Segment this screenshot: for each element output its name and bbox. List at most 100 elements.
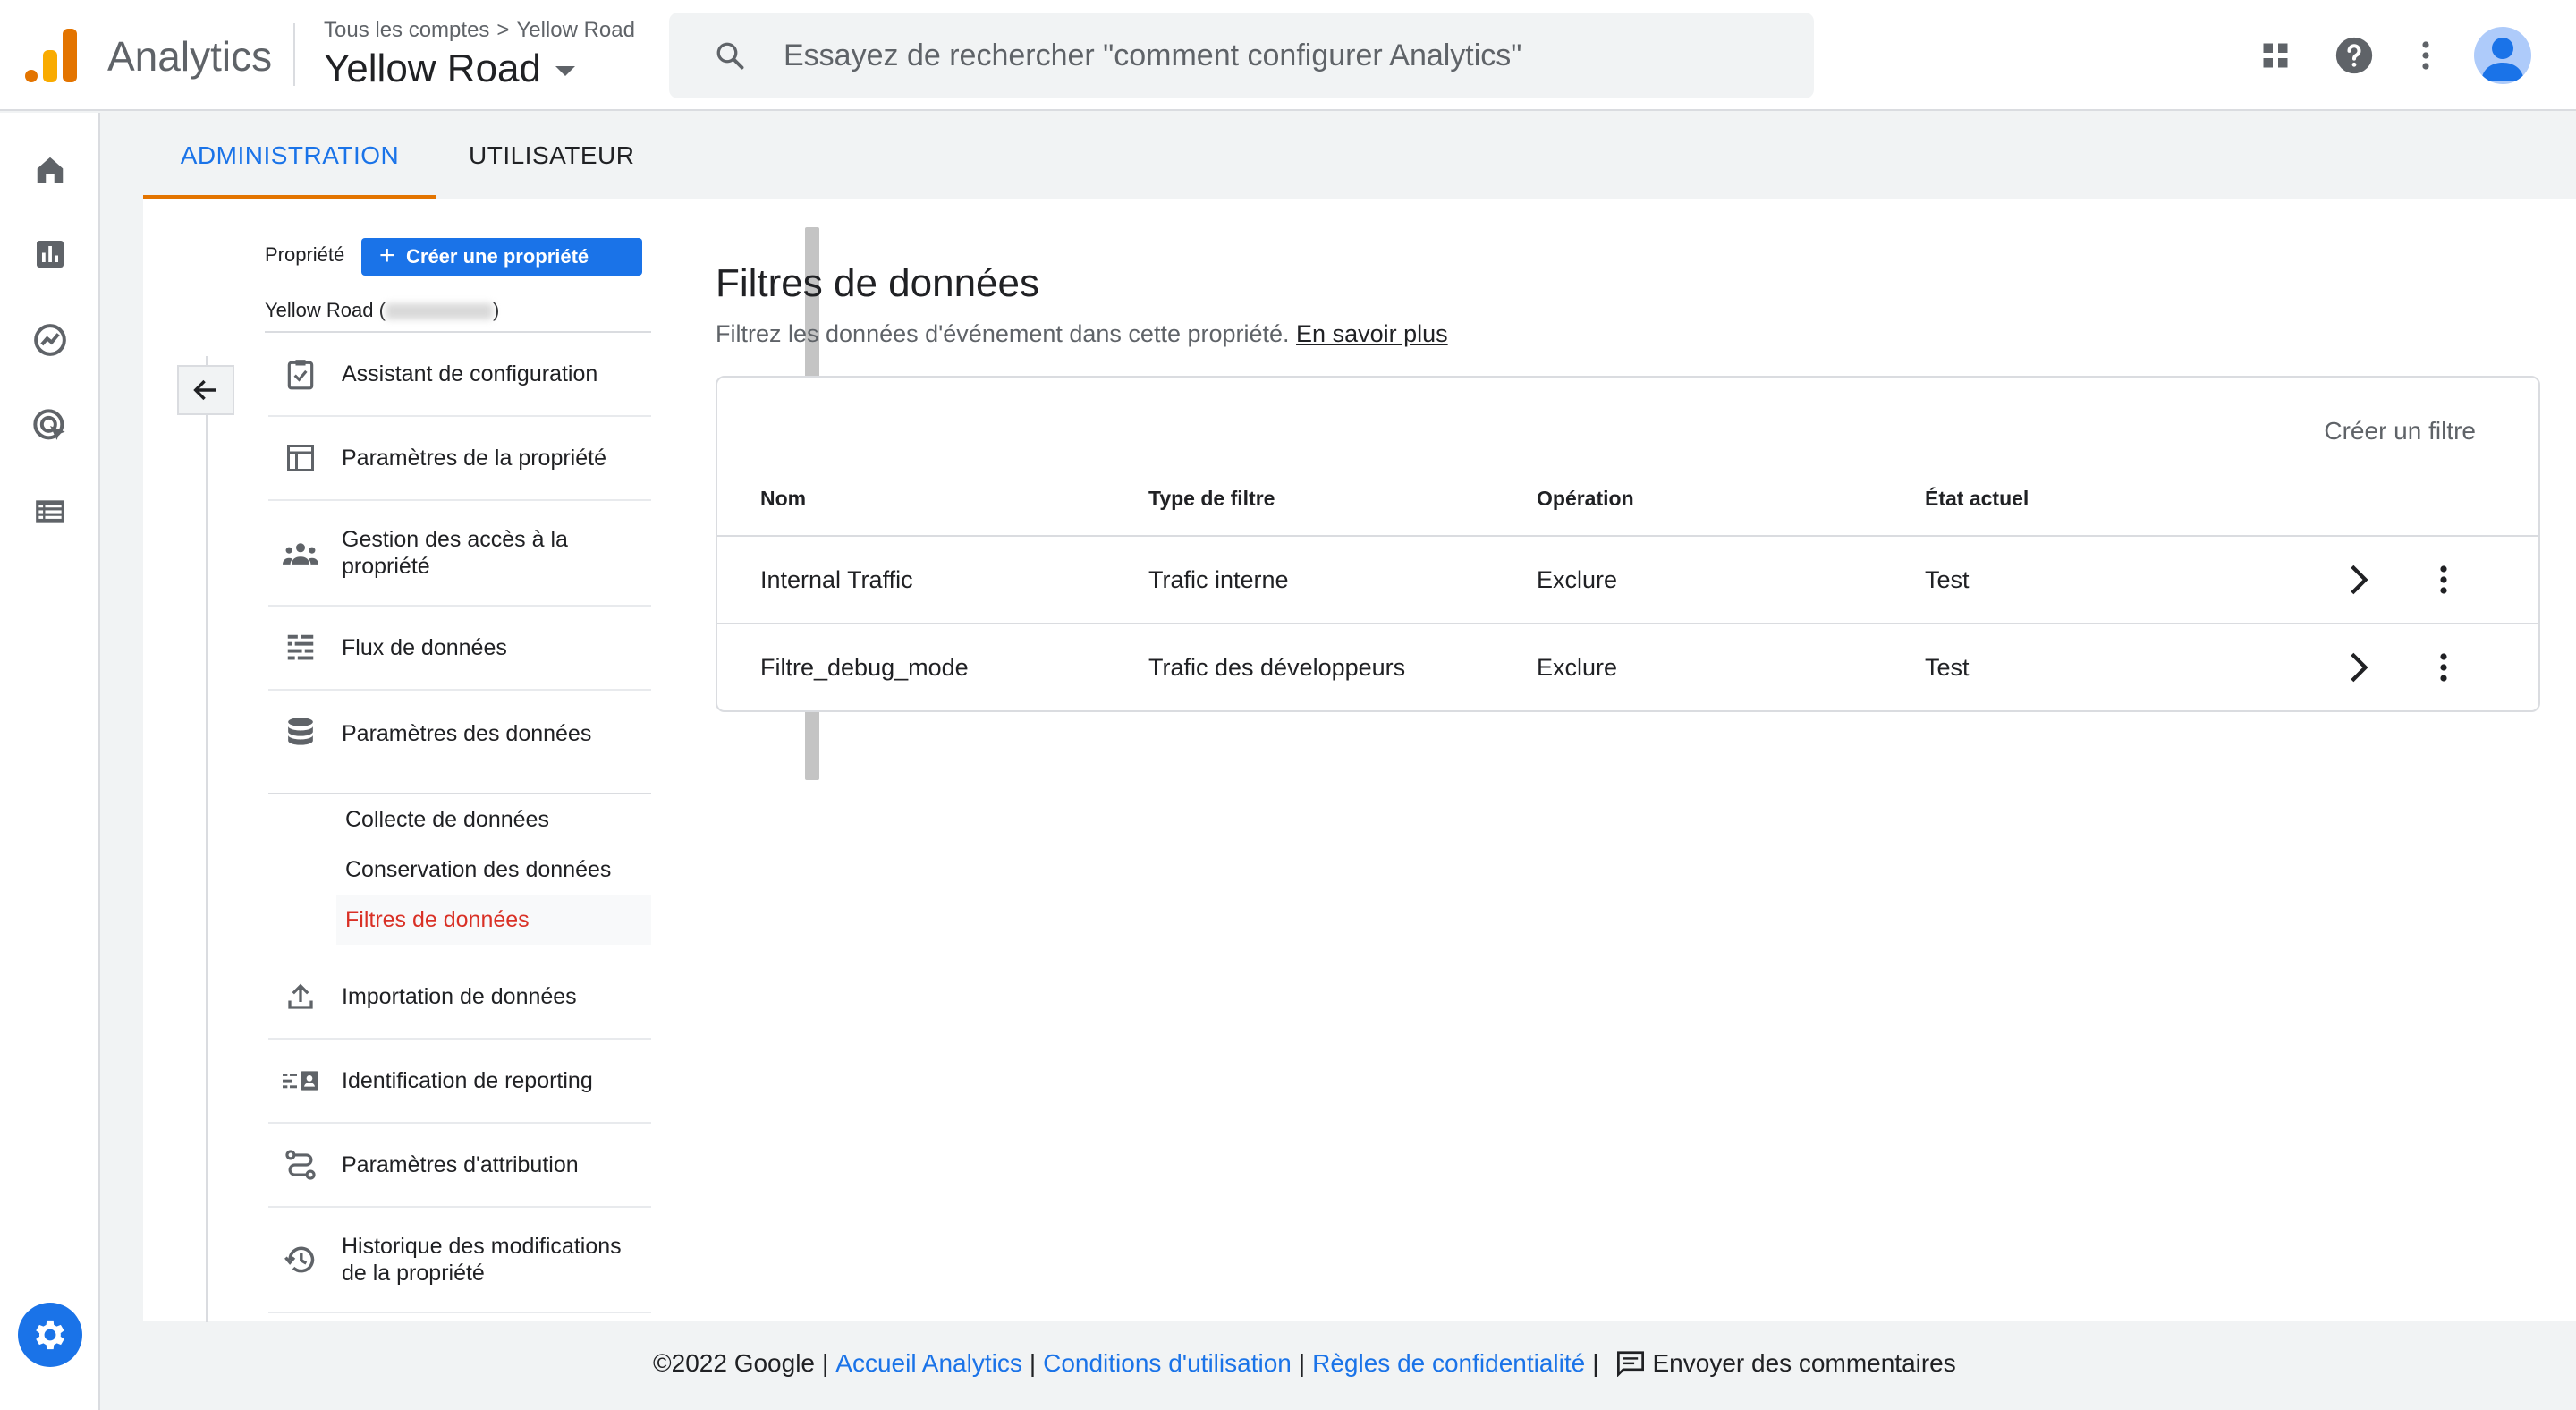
search-icon xyxy=(716,42,744,70)
app-name: Analytics xyxy=(107,33,273,80)
nav-data-filters[interactable]: Filtres de données xyxy=(336,895,651,945)
gear-icon xyxy=(36,1320,64,1350)
nav-label: Paramètres de la propriété xyxy=(342,446,606,471)
nav-label: Flux de données xyxy=(342,635,507,660)
explore-icon[interactable] xyxy=(29,319,72,361)
chevron-right-icon[interactable] xyxy=(2343,564,2376,596)
upload-icon xyxy=(283,979,318,1015)
breadcrumb-account[interactable]: Yellow Road xyxy=(516,18,635,42)
create-property-label: Créer une propriété xyxy=(406,245,589,268)
create-property-button[interactable]: + Créer une propriété xyxy=(361,238,642,276)
nav-label: Gestion des accès à la propriété xyxy=(342,527,568,579)
back-button[interactable] xyxy=(177,365,234,415)
page-subtitle-text: Filtrez les données d'événement dans cet… xyxy=(716,320,1290,347)
filter-state: Test xyxy=(1925,566,1970,593)
footer-privacy-link[interactable]: Règles de confidentialité xyxy=(1312,1349,1585,1378)
column-header-name[interactable]: Nom xyxy=(760,487,806,511)
breadcrumb-root[interactable]: Tous les comptes xyxy=(324,18,489,42)
plus-icon: + xyxy=(379,241,395,270)
top-app-bar: Analytics Tous les comptes > Yellow Road Y… xyxy=(0,0,2576,111)
learn-more-link[interactable]: En savoir plus xyxy=(1296,320,1448,347)
nav-access-management[interactable]: Gestion des accès à la propriété xyxy=(268,501,651,607)
feedback-label: Envoyer des commentaires xyxy=(1652,1349,1956,1377)
footer-sep: | xyxy=(1592,1349,1599,1377)
filter-name: Filtre_debug_mode xyxy=(760,654,969,681)
tab-utilisateur[interactable]: UTILISATEUR xyxy=(469,113,746,199)
filter-name: Internal Traffic xyxy=(760,566,913,593)
filter-operation: Exclure xyxy=(1537,566,1618,593)
footer-sep: | xyxy=(822,1349,829,1377)
nav-data-streams[interactable]: Flux de données xyxy=(268,607,651,691)
redacted-id xyxy=(385,303,493,320)
property-id-suffix: ) xyxy=(492,299,500,321)
data-streams-icon xyxy=(283,630,318,666)
nav-reporting-identity[interactable]: Identification de reporting xyxy=(268,1040,651,1124)
nav-data-collection[interactable]: Collecte de données xyxy=(336,794,651,845)
filter-state: Test xyxy=(1925,654,1970,681)
footer-sep: | xyxy=(1298,1349,1306,1377)
feedback-icon xyxy=(1616,1351,1644,1377)
analytics-logo-icon[interactable] xyxy=(25,29,77,82)
property-id[interactable]: Yellow Road () xyxy=(265,299,499,322)
page-title: Filtres de données xyxy=(716,261,1039,305)
more-vert-icon[interactable] xyxy=(2404,34,2447,77)
breadcrumb[interactable]: Tous les comptes > Yellow Road xyxy=(324,18,635,43)
nav-label: Importation de données xyxy=(342,984,577,1009)
search-input[interactable] xyxy=(784,32,1785,79)
layout-icon xyxy=(283,440,318,476)
avatar[interactable] xyxy=(2474,27,2531,84)
nav-label: Assistant de configuration xyxy=(342,361,598,386)
more-vert-icon[interactable] xyxy=(2428,564,2460,596)
database-icon xyxy=(283,716,318,752)
help-icon[interactable] xyxy=(2333,34,2376,77)
tab-administration[interactable]: ADMINISTRATION xyxy=(143,113,436,199)
arrow-back-icon xyxy=(193,379,216,401)
property-id-prefix: Yellow Road ( xyxy=(265,299,386,321)
admin-settings-button[interactable] xyxy=(18,1303,82,1367)
column-header-type[interactable]: Type de filtre xyxy=(1148,487,1275,511)
search-bar[interactable] xyxy=(669,13,1814,98)
configure-list-icon[interactable] xyxy=(29,490,72,533)
column-header-state[interactable]: État actuel xyxy=(1925,487,2029,511)
nav-attribution-settings[interactable]: Paramètres d'attribution xyxy=(268,1124,651,1208)
filter-operation: Exclure xyxy=(1537,654,1618,681)
property-selector-label: Yellow Road xyxy=(324,47,541,90)
home-icon[interactable] xyxy=(29,149,72,191)
left-nav-rail xyxy=(0,113,100,1410)
footer: ©2022 Google | Accueil Analytics | Condi… xyxy=(653,1349,1956,1378)
property-selector[interactable]: Yellow Road xyxy=(324,47,575,91)
admin-panel: Propriété + Créer une propriété Yellow R… xyxy=(143,199,2576,1322)
nav-label: Identification de reporting xyxy=(342,1068,593,1093)
nav-data-import[interactable]: Importation de données xyxy=(268,956,651,1040)
page-subtitle: Filtrez les données d'événement dans cet… xyxy=(716,320,1448,348)
footer-terms-link[interactable]: Conditions d'utilisation xyxy=(1043,1349,1292,1378)
column-divider xyxy=(206,356,208,1322)
apps-grid-icon[interactable] xyxy=(2254,34,2297,77)
create-filter-button[interactable]: Créer un filtre xyxy=(2324,417,2476,446)
footer-home-link[interactable]: Accueil Analytics xyxy=(835,1349,1022,1378)
reports-icon[interactable] xyxy=(29,233,72,276)
nav-label: Paramètres d'attribution xyxy=(342,1152,579,1177)
chevron-right-icon[interactable] xyxy=(2343,651,2376,684)
column-header-operation[interactable]: Opération xyxy=(1537,487,1634,511)
filters-table-card: Créer un filtre Nom Type de filtre Opéra… xyxy=(716,376,2540,712)
nav-data-retention[interactable]: Conservation des données xyxy=(336,845,651,895)
nav-change-history[interactable]: Historique des modifications de la propr… xyxy=(268,1208,651,1313)
people-icon xyxy=(283,535,318,571)
admin-tabs: ADMINISTRATION UTILISATEUR xyxy=(143,113,2576,199)
filter-type: Trafic des développeurs xyxy=(1148,654,1406,681)
nav-property-settings[interactable]: Paramètres de la propriété xyxy=(268,417,651,501)
more-vert-icon[interactable] xyxy=(2428,651,2460,684)
header-divider xyxy=(293,23,295,86)
history-icon xyxy=(283,1242,318,1278)
nav-setup-assistant[interactable]: Assistant de configuration xyxy=(268,333,651,417)
table-row[interactable]: Internal Traffic Trafic interne Exclure … xyxy=(717,535,2538,623)
property-column-label: Propriété xyxy=(265,243,345,266)
table-row[interactable]: Filtre_debug_mode Trafic des développeur… xyxy=(717,623,2538,710)
filter-type: Trafic interne xyxy=(1148,566,1289,593)
nav-data-settings[interactable]: Paramètres des données xyxy=(268,691,651,777)
feedback-button[interactable]: Envoyer des commentaires xyxy=(1615,1349,1956,1378)
footer-sep: | xyxy=(1029,1349,1037,1377)
advertising-icon[interactable] xyxy=(29,404,72,447)
breadcrumb-separator: > xyxy=(496,18,510,42)
